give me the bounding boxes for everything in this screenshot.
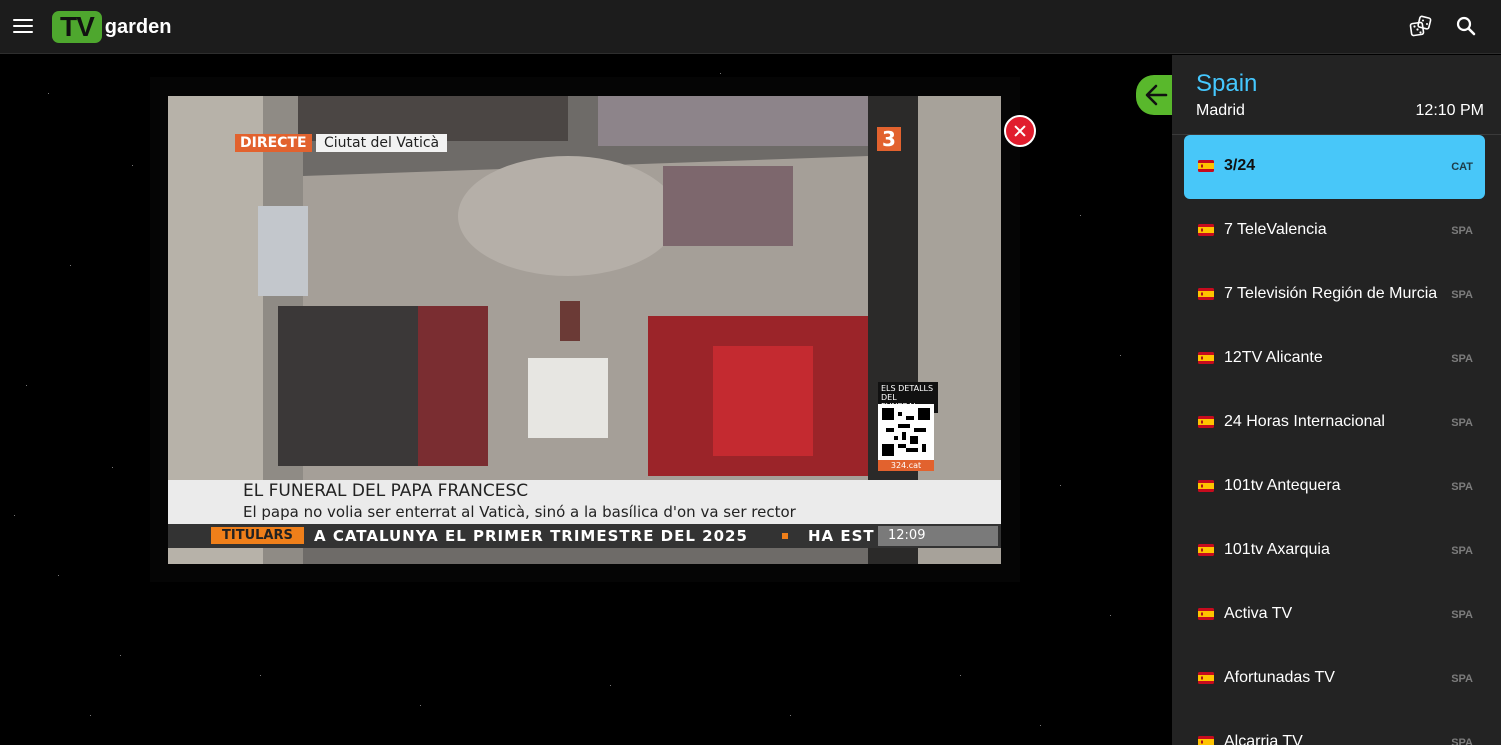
local-time: 12:10 PM bbox=[1415, 102, 1484, 119]
channel-name: 7 TeleValencia bbox=[1224, 221, 1327, 238]
channel-item[interactable]: Alcarria TV SPA bbox=[1184, 711, 1485, 745]
channel-name: Afortunadas TV bbox=[1224, 669, 1335, 686]
dice-icon[interactable] bbox=[1408, 14, 1434, 40]
channel-item[interactable]: Afortunadas TV SPA bbox=[1184, 647, 1485, 711]
channel-language: SPA bbox=[1451, 609, 1473, 621]
spain-flag-icon bbox=[1198, 736, 1214, 745]
city-name: Madrid bbox=[1196, 102, 1245, 119]
location-header: Spain Madrid 12:10 PM bbox=[1172, 55, 1501, 135]
qr-code bbox=[878, 404, 934, 460]
channel-name: 3/24 bbox=[1224, 157, 1256, 174]
spain-flag-icon bbox=[1198, 544, 1214, 556]
spain-flag-icon bbox=[1198, 672, 1214, 684]
ticker-separator-icon bbox=[782, 533, 788, 539]
search-icon[interactable] bbox=[1454, 14, 1480, 40]
headline: EL FUNERAL DEL PAPA FRANCESC bbox=[243, 481, 529, 501]
channel-item[interactable]: 101tv Axarquia SPA bbox=[1184, 519, 1485, 583]
spain-flag-icon bbox=[1198, 352, 1214, 364]
spain-flag-icon bbox=[1198, 480, 1214, 492]
channel-logo: 3 bbox=[877, 127, 901, 151]
channel-language: SPA bbox=[1451, 417, 1473, 429]
channel-language: SPA bbox=[1451, 225, 1473, 237]
video-player[interactable]: DIRECTE Ciutat del Vaticà 3 ELS DETALLS … bbox=[168, 96, 1001, 564]
channel-name: 101tv Antequera bbox=[1224, 477, 1341, 494]
spain-flag-icon bbox=[1198, 288, 1214, 300]
ticker-time: 12:09 bbox=[878, 526, 998, 546]
logo[interactable]: TV garden bbox=[52, 11, 171, 43]
channel-name: 12TV Alicante bbox=[1224, 349, 1323, 366]
channel-item[interactable]: 24 Horas Internacional SPA bbox=[1184, 391, 1485, 455]
logo-word: garden bbox=[104, 15, 172, 38]
ticker-tail: HA EST bbox=[808, 527, 875, 545]
channel-language: SPA bbox=[1451, 673, 1473, 685]
logo-badge: TV bbox=[52, 11, 102, 43]
channel-item[interactable]: 7 TeleValencia SPA bbox=[1184, 199, 1485, 263]
channel-item[interactable]: 7 Televisión Región de Murcia SPA bbox=[1184, 263, 1485, 327]
channel-name: Activa TV bbox=[1224, 605, 1293, 622]
channel-sidebar: Spain Madrid 12:10 PM 3/24 CAT 7 TeleValen… bbox=[1172, 55, 1501, 745]
spain-flag-icon bbox=[1198, 224, 1214, 236]
subheadline: El papa no volia ser enterrat al Vaticà,… bbox=[243, 503, 796, 521]
arrow-left-icon bbox=[1145, 84, 1168, 106]
channel-language: SPA bbox=[1451, 737, 1473, 745]
channel-item[interactable]: 3/24 CAT bbox=[1184, 135, 1485, 199]
channel-item[interactable]: 12TV Alicante SPA bbox=[1184, 327, 1485, 391]
channel-name: 7 Televisión Región de Murcia bbox=[1224, 285, 1438, 302]
collapse-panel-button[interactable] bbox=[1136, 75, 1176, 115]
ticker-label: TITULARS bbox=[211, 527, 304, 544]
qr-url: 324.cat bbox=[878, 460, 934, 471]
ticker-text: A CATALUNYA EL PRIMER TRIMESTRE DEL 2025 bbox=[314, 527, 748, 545]
channel-name: Alcarria TV bbox=[1224, 733, 1303, 745]
channel-name: 24 Horas Internacional bbox=[1224, 413, 1385, 430]
channel-language: CAT bbox=[1451, 161, 1473, 173]
channel-language: SPA bbox=[1451, 481, 1473, 493]
channel-language: SPA bbox=[1451, 545, 1473, 557]
channel-item[interactable]: Activa TV SPA bbox=[1184, 583, 1485, 647]
spain-flag-icon bbox=[1198, 608, 1214, 620]
top-bar: TV garden bbox=[0, 0, 1501, 54]
channel-language: SPA bbox=[1451, 289, 1473, 301]
spain-flag-icon bbox=[1198, 416, 1214, 428]
menu-icon[interactable] bbox=[13, 17, 35, 35]
channel-name: 101tv Axarquia bbox=[1224, 541, 1330, 558]
location-label: Ciutat del Vaticà bbox=[316, 134, 448, 152]
channel-item[interactable]: 101tv Antequera SPA bbox=[1184, 455, 1485, 519]
spain-flag-icon bbox=[1198, 160, 1214, 172]
live-badge: DIRECTE bbox=[235, 134, 312, 152]
country-name: Spain bbox=[1196, 70, 1258, 97]
channel-language: SPA bbox=[1451, 353, 1473, 365]
qr-caption-line-1: ELS DETALLS bbox=[881, 384, 934, 393]
close-player-button[interactable] bbox=[1004, 115, 1036, 147]
